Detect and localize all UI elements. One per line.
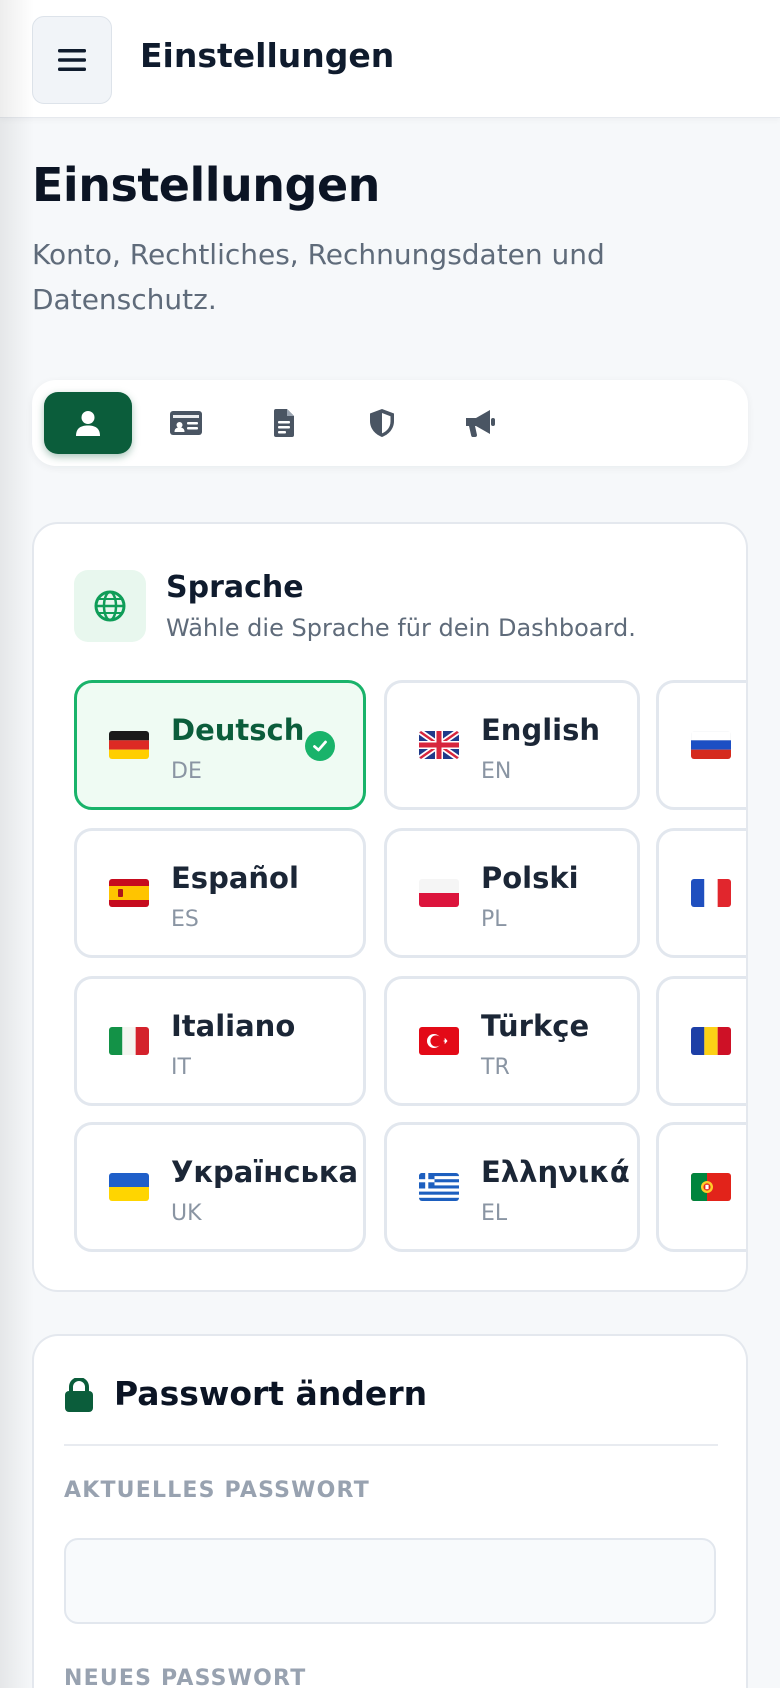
flag-ro-icon	[691, 1027, 731, 1055]
language-option-tr[interactable]: Türkçe TR	[384, 976, 640, 1106]
language-name: Español	[171, 861, 299, 895]
language-name: Deutsch	[171, 713, 305, 747]
megaphone-icon	[466, 410, 495, 437]
language-code: UK	[171, 1201, 202, 1226]
header-title: Einstellungen	[140, 36, 395, 75]
globe-icon	[94, 590, 126, 622]
flag-tr-icon	[419, 1027, 459, 1055]
language-name: Türkçe	[481, 1009, 590, 1043]
language-name: Italiano	[171, 1009, 296, 1043]
language-code: ES	[171, 907, 199, 932]
language-name: Polski	[481, 861, 579, 895]
tab-account[interactable]	[44, 392, 132, 454]
language-option-uk[interactable]: Українська UK	[74, 1122, 366, 1252]
lock-icon	[65, 1378, 93, 1412]
menu-button[interactable]	[32, 16, 112, 104]
id-card-icon	[170, 411, 202, 435]
tab-marketing[interactable]	[436, 392, 524, 454]
language-code: EL	[481, 1201, 508, 1226]
tab-legal[interactable]	[240, 392, 328, 454]
flag-de-icon	[109, 731, 149, 759]
language-option-es[interactable]: Español ES	[74, 828, 366, 958]
language-option-pt[interactable]: Po PT	[656, 1122, 746, 1252]
tab-billing-details[interactable]	[142, 392, 230, 454]
shield-icon	[370, 409, 394, 437]
language-code: DE	[171, 759, 202, 784]
hamburger-icon	[58, 49, 86, 71]
flag-ru-icon	[691, 731, 731, 759]
language-section-title: Sprache	[166, 570, 304, 605]
language-name: English	[481, 713, 601, 747]
section-divider	[64, 1444, 718, 1446]
current-password-input[interactable]	[64, 1538, 716, 1624]
page-subtitle: Konto, Rechtliches, Rechnungsdaten und D…	[32, 238, 605, 316]
document-icon	[274, 409, 294, 437]
flag-fr-icon	[691, 879, 731, 907]
language-option-el[interactable]: Ελληνικά EL	[384, 1122, 640, 1252]
new-password-label: NEUES PASSWORT	[64, 1666, 307, 1688]
language-option-ro[interactable]: Ro RO	[656, 976, 746, 1106]
change-password-title: Passwort ändern	[114, 1374, 428, 1413]
language-name: Ελληνικά	[481, 1155, 630, 1189]
language-section-description: Wähle die Sprache für dein Dashboard.	[166, 614, 636, 642]
settings-tab-bar	[32, 380, 748, 466]
language-option-fr[interactable]: Fr FR	[656, 828, 746, 958]
user-icon	[76, 411, 100, 436]
language-code: PL	[481, 907, 507, 932]
flag-es-icon	[109, 879, 149, 907]
flag-pt-icon	[691, 1173, 731, 1201]
flag-ua-icon	[109, 1173, 149, 1201]
top-bar: Einstellungen	[0, 0, 780, 118]
language-code: TR	[481, 1055, 510, 1080]
page-title: Einstellungen	[32, 158, 380, 212]
language-name: Українська	[171, 1155, 359, 1189]
check-circle-icon	[305, 731, 335, 761]
language-option-de[interactable]: Deutsch DE	[74, 680, 366, 810]
language-option-en[interactable]: English EN	[384, 680, 640, 810]
flag-gr-icon	[419, 1173, 459, 1201]
language-code: IT	[171, 1055, 191, 1080]
language-option-pl[interactable]: Polski PL	[384, 828, 640, 958]
globe-badge	[74, 570, 146, 642]
change-password-section: Passwort ändern AKTUELLES PASSWORT NEUES…	[32, 1334, 748, 1688]
current-password-label: AKTUELLES PASSWORT	[64, 1478, 370, 1503]
tab-privacy[interactable]	[338, 392, 426, 454]
language-option-it[interactable]: Italiano IT	[74, 976, 366, 1106]
language-section: Sprache Wähle die Sprache für dein Dashb…	[32, 522, 748, 1292]
flag-it-icon	[109, 1027, 149, 1055]
language-option-ru[interactable]: Ру RU	[656, 680, 746, 810]
flag-gb-icon	[419, 731, 459, 759]
language-code: EN	[481, 759, 512, 784]
edge-shadow	[0, 0, 34, 1688]
flag-pl-icon	[419, 879, 459, 907]
